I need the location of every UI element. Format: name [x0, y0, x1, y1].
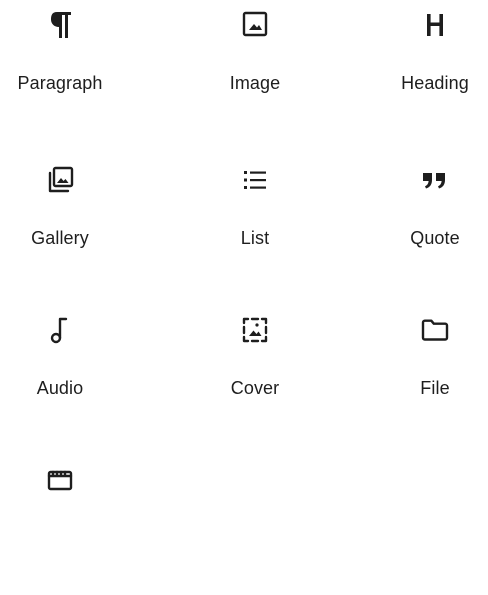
block-item-list[interactable]: List — [180, 155, 330, 295]
quote-icon — [418, 163, 452, 197]
block-item-cover[interactable]: Cover — [180, 305, 330, 445]
block-inserter-grid: Paragraph Image Heading Gallery List Quo… — [0, 0, 488, 497]
audio-icon — [43, 313, 77, 347]
block-item-video[interactable] — [0, 455, 135, 595]
block-item-image[interactable]: Image — [180, 0, 330, 140]
heading-icon — [418, 8, 452, 42]
block-label: Paragraph — [17, 73, 103, 93]
block-item-heading[interactable]: Heading — [360, 0, 488, 140]
block-label: List — [240, 228, 270, 248]
video-icon — [43, 463, 77, 497]
block-label: File — [420, 378, 450, 398]
block-label: Quote — [410, 228, 460, 248]
block-item-gallery[interactable]: Gallery — [0, 155, 135, 295]
block-label: Cover — [230, 378, 280, 398]
paragraph-icon — [43, 8, 77, 42]
block-label: Gallery — [31, 228, 89, 248]
block-item-audio[interactable]: Audio — [0, 305, 135, 445]
file-icon — [418, 313, 452, 347]
gallery-icon — [43, 163, 77, 197]
block-label: Heading — [401, 73, 469, 93]
block-item-paragraph[interactable]: Paragraph — [0, 0, 135, 140]
block-item-file[interactable]: File — [360, 305, 488, 445]
block-label: Image — [229, 73, 281, 93]
block-item-quote[interactable]: Quote — [360, 155, 488, 295]
block-label: Audio — [36, 378, 84, 398]
cover-icon — [238, 313, 272, 347]
list-icon — [238, 163, 272, 197]
image-icon — [238, 8, 272, 42]
